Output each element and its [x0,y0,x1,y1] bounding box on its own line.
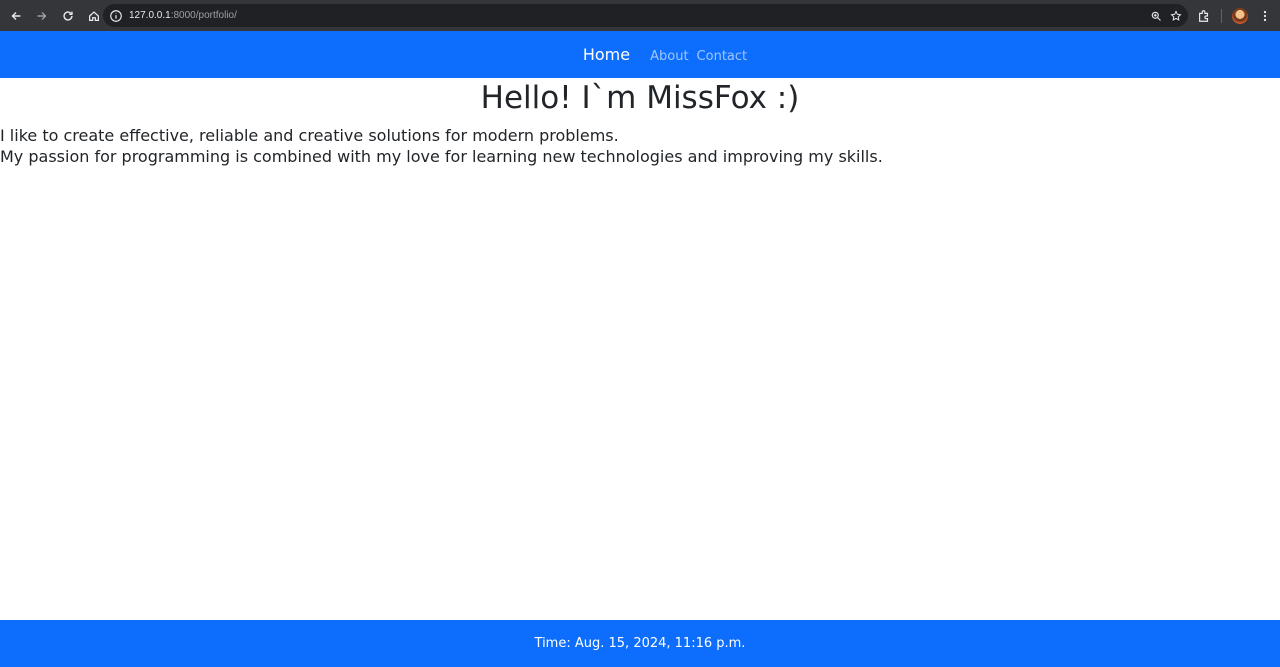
site-navbar: Home About Contact [0,31,1280,78]
menu-kebab-icon[interactable] [1258,9,1272,23]
nav-about-link[interactable]: About [650,49,688,64]
arrow-left-icon [11,11,21,20]
address-bar-actions [1150,4,1182,27]
url-host: 127.0.0.1 [129,10,171,21]
reload-button[interactable] [56,4,80,28]
profile-avatar[interactable] [1232,7,1248,24]
footer-time: Time: Aug. 15, 2024, 11:16 p.m. [534,636,746,651]
intro-text: I like to create effective, reliable and… [0,125,1280,167]
address-bar[interactable]: 127.0.0.1:8000/portfolio/ [103,4,1188,27]
url-path: :8000/portfolio/ [170,10,237,21]
browser-actions [1197,0,1280,31]
site-footer: Time: Aug. 15, 2024, 11:16 p.m. [0,620,1280,667]
nav-home-link[interactable]: Home [583,45,630,64]
toolbar-divider [1221,8,1222,23]
browser-toolbar: 127.0.0.1:8000/portfolio/ [0,0,1280,31]
back-button[interactable] [4,4,28,28]
intro-line-2: My passion for programming is combined w… [0,147,883,166]
reload-icon [63,10,73,21]
extensions-icon[interactable] [1197,9,1211,23]
nav-links: Home About Contact [583,45,755,64]
intro-line-1: I like to create effective, reliable and… [0,126,619,145]
url-text: 127.0.0.1:8000/portfolio/ [129,10,237,21]
nav-contact-link[interactable]: Contact [697,49,748,64]
home-icon [89,10,99,21]
page-title: Hello! I`m MissFox :) [480,80,800,116]
star-icon[interactable] [1170,9,1182,22]
forward-button[interactable] [30,4,54,28]
info-icon[interactable] [109,9,123,23]
zoom-icon[interactable] [1150,10,1162,22]
arrow-right-icon [37,11,47,20]
